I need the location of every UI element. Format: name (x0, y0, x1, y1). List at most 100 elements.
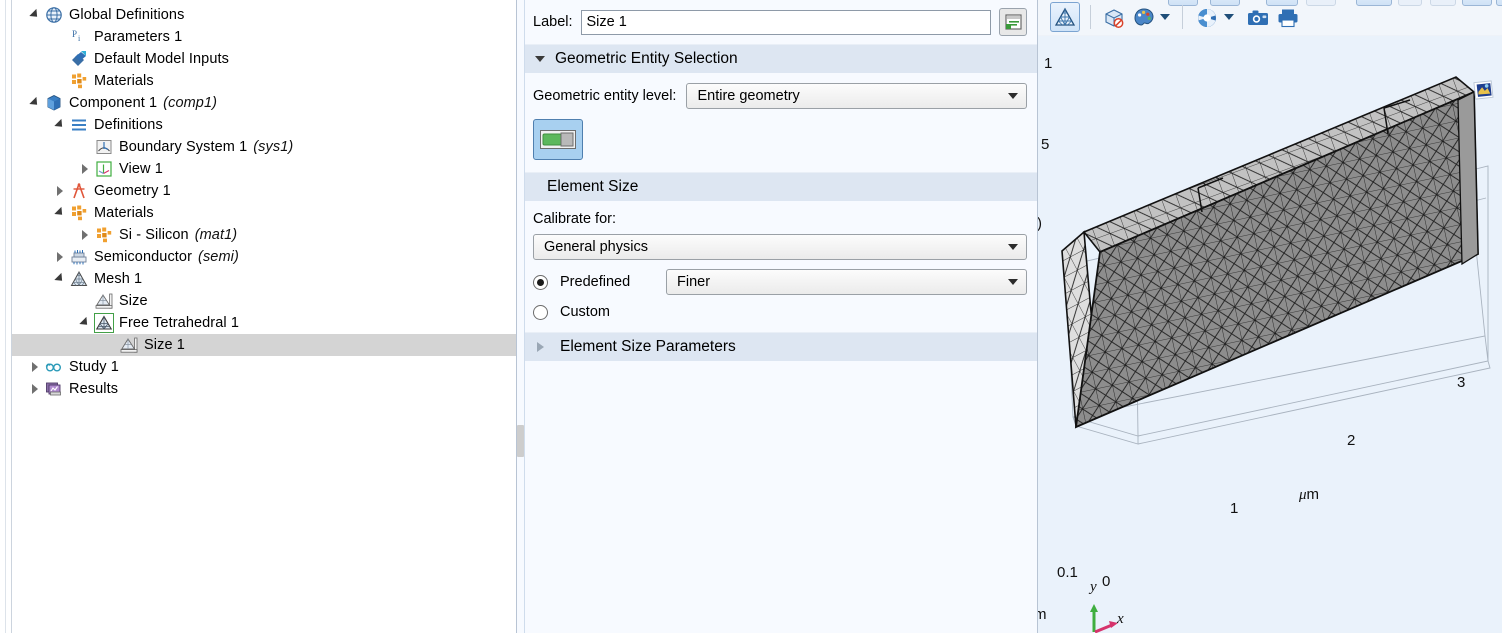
tree-item-materials[interactable]: Materials (12, 202, 516, 224)
color-palette-button[interactable] (1130, 4, 1158, 32)
tree-scroll-area[interactable]: Global DefinitionsPiParameters 1 Default … (12, 0, 516, 633)
tree-item-global-definitions[interactable]: Global Definitions (12, 4, 516, 26)
materials-icon (69, 203, 89, 223)
settings-left-rail (517, 0, 525, 633)
settings-body: Label: Geometric Entity Selection (525, 0, 1037, 633)
tree-item-geometry-1[interactable]: Geometry 1 (12, 180, 516, 202)
twisty-spacer (101, 334, 119, 356)
chevron-right-icon[interactable] (76, 224, 94, 246)
tree-item-parameters-1[interactable]: PiParameters 1 (12, 26, 516, 48)
tree-item-view-1[interactable]: View 1 (12, 158, 516, 180)
chevron-down-icon[interactable] (26, 4, 44, 26)
axis-unit-label: μm (1299, 486, 1319, 504)
tree-item-label: Free Tetrahedral 1 (119, 315, 239, 331)
tree-item-tag: (sys1) (253, 139, 293, 155)
tree-item-default-model-inputs[interactable]: Default Model Inputs (12, 48, 516, 70)
predefined-radio[interactable] (533, 275, 548, 290)
tree-item-size-1[interactable]: Size 1 (12, 334, 516, 356)
semiconductor-icon (69, 247, 89, 267)
tree-item-label: Boundary System 1(sys1) (119, 139, 293, 155)
print-button[interactable] (1274, 4, 1302, 32)
chevron-down-icon[interactable] (51, 202, 69, 224)
twisty-spacer (51, 48, 69, 70)
tree-item-definitions[interactable]: Definitions (12, 114, 516, 136)
calibrate-for-select[interactable]: General physics (533, 234, 1027, 260)
free-tetrahedral-icon (94, 313, 114, 333)
chevron-right-icon[interactable] (51, 246, 69, 268)
custom-label: Custom (560, 304, 654, 320)
predefined-size-select[interactable]: Finer (666, 269, 1027, 295)
settings-scrollbar[interactable] (517, 425, 524, 457)
section-title: Element Size Parameters (560, 338, 736, 356)
boundary-system-icon (94, 137, 114, 157)
triad-label-x: x (1117, 611, 1124, 628)
element-size-body: Calibrate for: General physics Predefine… (525, 201, 1037, 332)
chevron-right-icon[interactable] (51, 180, 69, 202)
axis-tick-y-01: 0.1 (1057, 564, 1078, 581)
geometric-entity-level-value: Entire geometry (697, 88, 799, 104)
tree-item-study-1[interactable]: Study 1 (12, 356, 516, 378)
tree-item-boundary-system-1[interactable]: Boundary System 1(sys1) (12, 136, 516, 158)
mesh-size-icon (94, 291, 114, 311)
toolbar-clipped-button[interactable] (1398, 0, 1422, 6)
tree-item-mesh-1[interactable]: Mesh 1 (12, 268, 516, 290)
tree-item-component-1[interactable]: Component 1(comp1) (12, 92, 516, 114)
tree-item-label: Size (119, 293, 148, 309)
graphics-panel: 1 5 ) 3 2 1 0.1 0 m μm y x (1038, 0, 1502, 633)
triad-label-y: y (1090, 579, 1097, 596)
chevron-right-icon[interactable] (26, 356, 44, 378)
note-button[interactable] (999, 8, 1027, 36)
chevron-down-icon[interactable] (51, 268, 69, 290)
snapshot-button[interactable] (1244, 4, 1272, 32)
tree-item-results[interactable]: Results (12, 378, 516, 400)
tree-item-free-tetrahedral-1[interactable]: Free Tetrahedral 1 (12, 312, 516, 334)
chevron-right-icon (537, 342, 544, 352)
graphics-canvas[interactable]: 1 5 ) 3 2 1 0.1 0 m μm y x (1038, 36, 1502, 633)
globe-icon (44, 5, 64, 25)
chevron-down-icon[interactable] (26, 92, 44, 114)
toolbar-clipped-button[interactable] (1462, 0, 1492, 6)
section-header-geometric-entity-selection[interactable]: Geometric Entity Selection (525, 44, 1037, 73)
chevron-down-icon (1008, 279, 1018, 285)
chevron-right-icon[interactable] (26, 378, 44, 400)
tree-item-label: Mesh 1 (94, 271, 142, 287)
label-input[interactable] (581, 10, 991, 35)
mesh-size-icon (119, 335, 139, 355)
geometric-entity-level-select[interactable]: Entire geometry (686, 83, 1027, 109)
tree-item-materials[interactable]: Materials (12, 70, 516, 92)
tree-item-tag: (semi) (198, 249, 239, 265)
transparency-button[interactable] (1100, 4, 1128, 32)
toolbar-clipped-button[interactable] (1496, 0, 1502, 6)
section-header-element-size-parameters[interactable]: Element Size Parameters (525, 332, 1037, 361)
color-palette-dropdown-arrow[interactable] (1160, 14, 1170, 20)
axis-tick-x-1: 1 (1230, 500, 1238, 517)
toolbar-clipped-button[interactable] (1356, 0, 1392, 6)
svg-text:i: i (78, 34, 81, 43)
tree-item-si-silicon[interactable]: Si - Silicon(mat1) (12, 224, 516, 246)
tree-item-label: Default Model Inputs (94, 51, 229, 67)
axis-tick-left-unit-fragment: m (1038, 606, 1047, 623)
chevron-down-icon (535, 56, 545, 62)
section-header-element-size[interactable]: Element Size (525, 172, 1037, 201)
mesh-render-button[interactable] (1050, 2, 1080, 32)
image-snapshot-icon[interactable] (1472, 80, 1494, 100)
chevron-down-icon[interactable] (51, 114, 69, 136)
twisty-spacer (76, 136, 94, 158)
chevron-right-icon[interactable] (76, 158, 94, 180)
toolbar-clipped-button[interactable] (1430, 0, 1456, 6)
scene-light-dropdown-arrow[interactable] (1224, 14, 1234, 20)
chevron-down-icon (1008, 93, 1018, 99)
mesh-render-icon (1054, 6, 1076, 28)
section-title: Element Size (547, 178, 638, 196)
tree-item-size[interactable]: Size (12, 290, 516, 312)
toolbar-clipped-button[interactable] (1306, 0, 1336, 6)
chevron-down-icon[interactable] (76, 312, 94, 334)
axis-tick-z-paren: ) (1038, 215, 1042, 232)
selection-toggle-button[interactable] (533, 119, 583, 160)
svg-text:P: P (72, 29, 77, 39)
snapshot-camera-icon (1247, 8, 1269, 28)
scene-light-button[interactable] (1193, 4, 1221, 32)
custom-radio[interactable] (533, 305, 548, 320)
tree-item-semiconductor[interactable]: Semiconductor(semi) (12, 246, 516, 268)
toolbar-separator (1182, 5, 1183, 29)
